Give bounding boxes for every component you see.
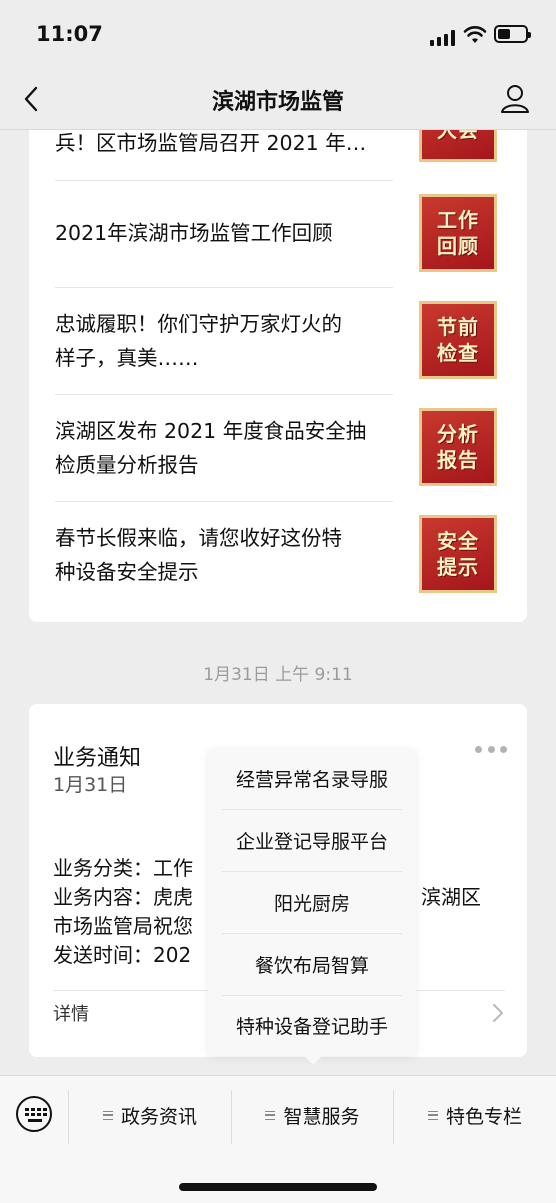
article-title: 春节长假来临，请您收好这份特 种设备安全提示 [55,521,395,589]
article-title-line: 兵！区市场监管局召开 2021 年… [55,131,367,155]
thumbnail-text: 回顾 [437,234,479,258]
profile-icon[interactable] [498,82,532,116]
thumbnail-text: 提示 [437,555,479,579]
menu-tab-label: 特色专栏 [445,1105,522,1128]
message-timestamp: 1月31日 上午 9:11 [203,665,353,685]
notice-category: 业务分类：工作 [53,856,193,880]
article-thumbnail: 分析 报告 [419,408,497,486]
article-title: 滨湖区发布 2021 年度食品安全抽 检质量分析报告 [55,414,395,482]
notice-title: 业务通知 [53,746,142,771]
submenu-item-abnormal-list[interactable]: 经营异常名录导服 [208,748,416,809]
notice-send-time: 发送时间：202 [53,943,192,967]
cellular-signal-icon [430,30,455,46]
thumbnail-text: 检查 [437,341,479,365]
page-title: 滨湖市场监管 [211,90,344,115]
thumbnail-text: 安全 [437,529,479,553]
status-time: 11:07 [36,22,103,46]
article-title-line: 种设备安全提示 [55,560,199,584]
submenu-item-catering-layout[interactable]: 餐饮布局智算 [208,934,416,995]
thumbnail-text: 节前 [437,315,479,339]
article-thumbnail: 节前 检查 [419,301,497,379]
thumbnail-text: 报告 [437,448,479,472]
notice-content: 业务内容：虎虎 [53,885,193,909]
divider [55,180,393,181]
home-indicator [179,1183,377,1191]
menu-list-icon [265,1110,276,1120]
divider [55,287,393,288]
submenu-item-registration[interactable]: 企业登记导服平台 [208,810,416,871]
more-icon[interactable] [475,746,507,754]
thumbnail-text: 分析 [437,422,479,446]
submenu-item-sunshine-kitchen[interactable]: 阳光厨房 [208,872,416,933]
notice-content-tail: 滨湖区 [421,885,481,909]
divider [55,394,393,395]
article-title: 2021年滨湖市场监管工作回顾 [55,216,395,250]
article-title-line: 春节长假来临，请您收好这份特 [55,526,342,550]
submenu-popup: 经营异常名录导服 企业登记导服平台 阳光厨房 餐饮布局智算 特种设备登记助手 [208,748,416,1065]
submenu-item-equipment-assistant[interactable]: 特种设备登记助手 [208,995,416,1056]
article-thumbnail: 工作 回顾 [419,194,497,272]
nav-bar: 滨湖市场监管 [0,70,556,130]
wifi-icon [463,26,487,43]
notice-content-cont: 市场监管局祝您 [53,914,193,938]
status-bar: 11:07 [0,0,556,70]
article-title-line: 滨湖区发布 2021 年度食品安全抽 [55,419,367,443]
article-title: 忠诚履职！你们守护万家灯火的 样子，真美…… [55,307,395,375]
detail-link[interactable]: 详情 [53,1000,89,1026]
article-item[interactable]: 滨湖区发布 2021 年度食品安全抽 检质量分析报告 分析 报告 [55,408,501,488]
article-thumbnail: 安全 提示 [419,515,497,593]
menu-tab-smart-service[interactable]: 智慧服务 [232,1100,393,1130]
article-item[interactable]: 忠诚履职！你们守护万家灯火的 样子，真美…… 节前 检查 [55,301,501,381]
article-title: 兵！区市场监管局召开 2021 年… [55,126,395,160]
divider [55,501,393,502]
menu-tab-label: 智慧服务 [283,1105,360,1128]
menu-list-icon [427,1110,438,1120]
menu-tab-featured[interactable]: 特色专栏 [394,1100,556,1130]
article-title-line: 忠诚履职！你们守护万家灯火的 [55,312,342,336]
article-title-line: 样子，真美…… [55,346,199,370]
article-item[interactable]: 春节长假来临，请您收好这份特 种设备安全提示 安全 提示 [55,515,501,595]
article-title-line: 检质量分析报告 [55,453,199,477]
menu-list-icon [102,1110,113,1120]
menu-tab-gov-news[interactable]: 政务资讯 [69,1100,231,1130]
battery-icon [494,25,531,43]
thumbnail-text: 工作 [437,208,479,232]
article-title-line: 2021年滨湖市场监管工作回顾 [55,221,333,245]
chevron-right-icon [493,1004,503,1022]
notice-date: 1月31日 [53,774,128,796]
menu-tab-label: 政务资讯 [120,1105,197,1128]
articles-card: 兵！区市场监管局召开 2021 年… 大会 2021年滨湖市场监管工作回顾 工作… [29,100,527,622]
article-item[interactable]: 2021年滨湖市场监管工作回顾 工作 回顾 [55,194,501,274]
keyboard-icon[interactable] [16,1096,52,1132]
